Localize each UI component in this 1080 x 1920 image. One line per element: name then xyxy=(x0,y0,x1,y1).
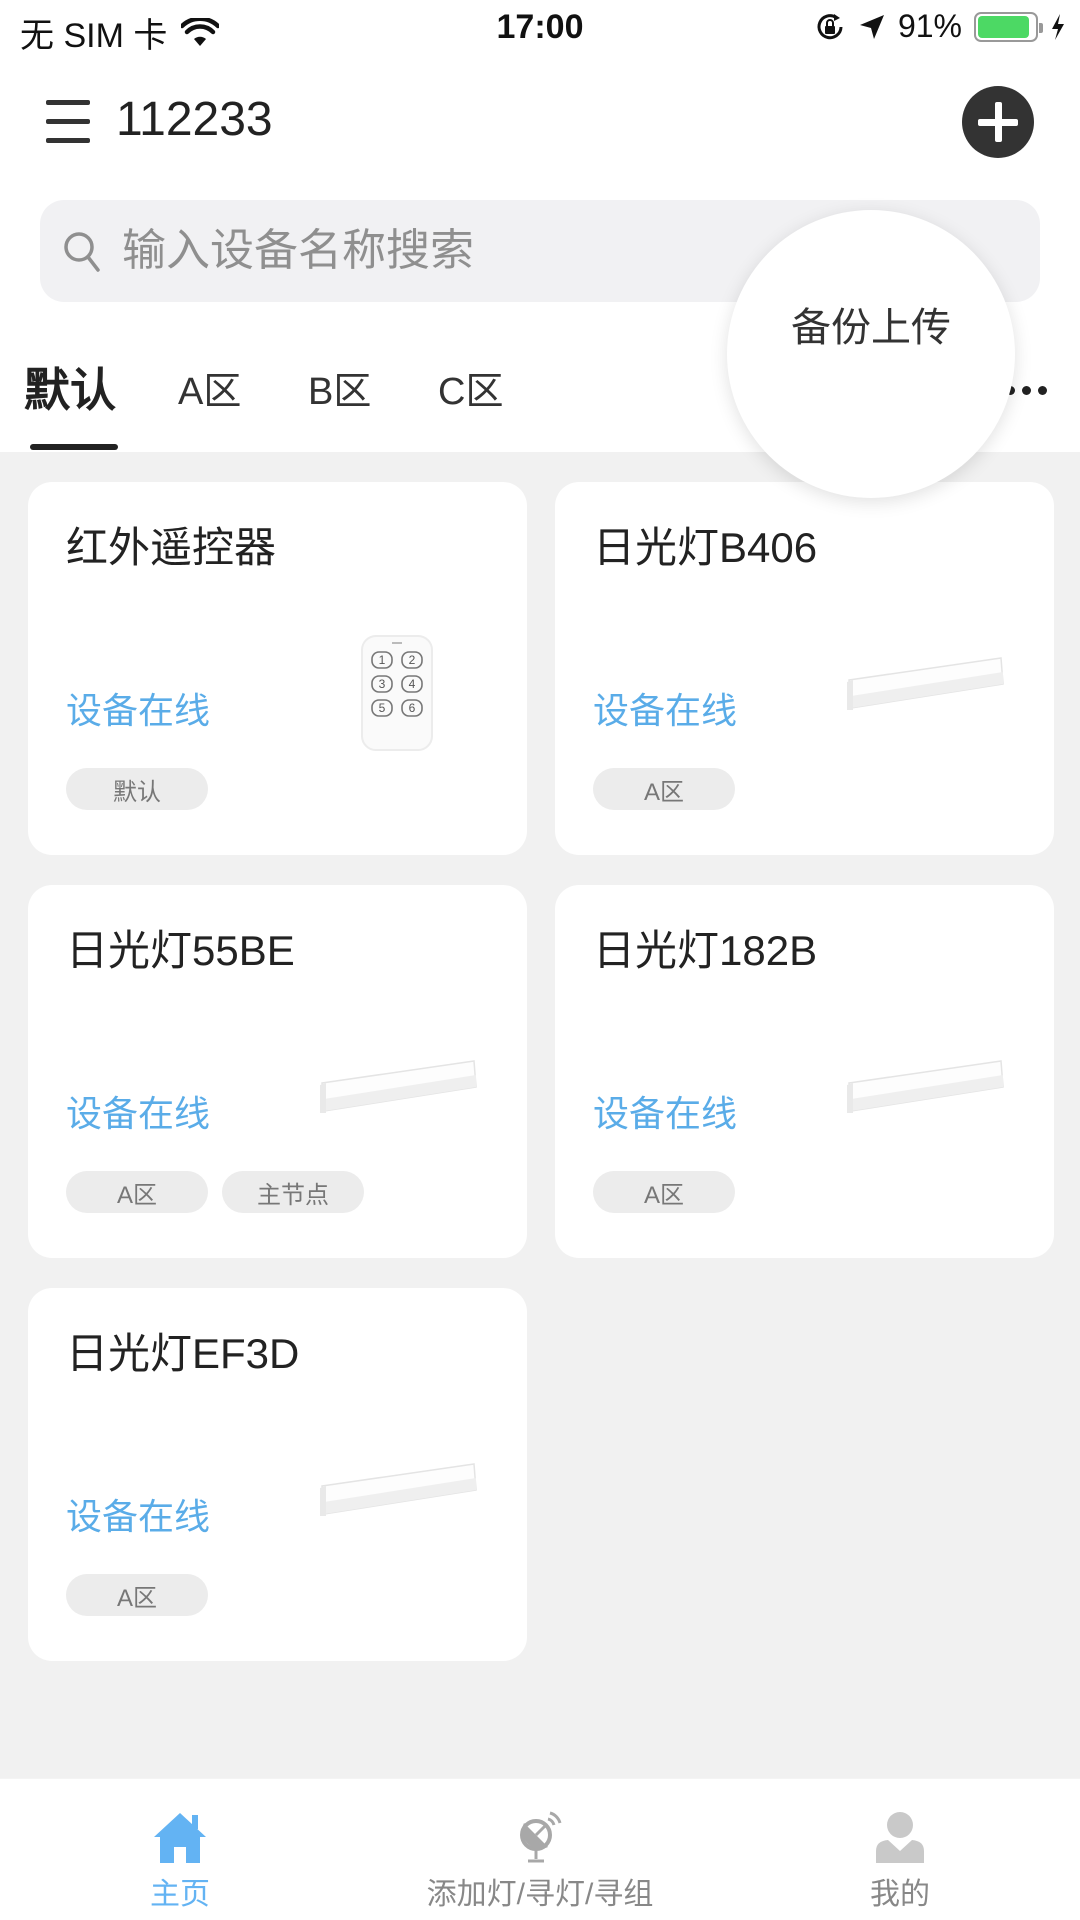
tab-b-zone[interactable]: B区 xyxy=(308,360,371,415)
device-tag: 默认 xyxy=(66,768,208,810)
nav-profile[interactable]: 我的 xyxy=(800,1779,1000,1920)
battery-fill xyxy=(978,15,1029,38)
header: 112233 xyxy=(0,70,1080,170)
satellite-dish-icon xyxy=(520,1811,562,1863)
tab-default[interactable]: 默认 xyxy=(24,354,116,420)
status-bar: 无 SIM 卡 17:00 91% xyxy=(0,0,1080,60)
location-arrow-icon xyxy=(859,14,884,39)
device-card[interactable]: 日光灯55BE 设备在线 A区 主节点 xyxy=(28,885,527,1258)
nav-label: 添加灯/寻灯/寻组 xyxy=(426,1878,654,1911)
orientation-lock-icon xyxy=(817,13,843,39)
active-tab-indicator xyxy=(30,444,118,450)
device-status: 设备在线 xyxy=(593,690,738,731)
device-status: 设备在线 xyxy=(593,1093,738,1134)
remote-key-label: 5 xyxy=(379,701,386,715)
device-tags: 默认 xyxy=(66,768,208,810)
device-status: 设备在线 xyxy=(66,1496,211,1537)
remote-key-label: 3 xyxy=(379,677,386,691)
battery-tip xyxy=(1039,22,1043,33)
remote-key-label: 1 xyxy=(379,653,386,667)
device-tags: A区 xyxy=(66,1574,208,1616)
device-name: 日光灯55BE xyxy=(66,927,295,974)
device-grid: 红外遥控器 设备在线 默认 1 2 3 4 5 6 日光灯B406 设备在线 A… xyxy=(0,452,1080,1778)
tube-light-icon xyxy=(320,1463,477,1516)
device-tags: A区 主节点 xyxy=(66,1171,364,1213)
device-name: 日光灯182B xyxy=(593,927,818,974)
more-icon[interactable] xyxy=(1006,380,1050,400)
charging-bolt-icon xyxy=(1052,13,1064,40)
nav-home[interactable]: 主页 xyxy=(80,1779,280,1920)
tube-light-icon xyxy=(847,1060,1004,1113)
device-card[interactable]: 红外遥控器 设备在线 默认 1 2 3 4 5 6 xyxy=(28,482,527,855)
device-name: 日光灯EF3D xyxy=(66,1330,300,1377)
ir-remote-icon: 1 2 3 4 5 6 xyxy=(361,635,433,751)
device-status: 设备在线 xyxy=(66,1093,211,1134)
battery-icon xyxy=(974,11,1043,42)
nav-label: 我的 xyxy=(870,1878,930,1911)
header-title: 112233 xyxy=(116,93,273,146)
add-button[interactable] xyxy=(962,86,1034,158)
backup-upload-button[interactable]: 备份上传 xyxy=(727,210,1015,498)
device-card[interactable]: 日光灯B406 设备在线 A区 xyxy=(555,482,1054,855)
bottom-nav: 主页 添加灯/寻灯/寻组 我的 xyxy=(0,1778,1080,1920)
device-card[interactable]: 日光灯EF3D 设备在线 A区 xyxy=(28,1288,527,1661)
tube-light-icon xyxy=(847,657,1004,710)
remote-key-label: 2 xyxy=(409,653,416,667)
tab-c-zone[interactable]: C区 xyxy=(438,360,503,415)
device-tag: A区 xyxy=(66,1574,208,1616)
menu-icon[interactable] xyxy=(46,100,90,144)
device-tag: 主节点 xyxy=(222,1171,364,1213)
device-status: 设备在线 xyxy=(66,690,211,731)
device-tags: A区 xyxy=(593,768,735,810)
device-tag: A区 xyxy=(66,1171,208,1213)
nav-label: 主页 xyxy=(150,1878,210,1911)
nav-add-find[interactable]: 添加灯/寻灯/寻组 xyxy=(390,1779,690,1920)
home-icon xyxy=(154,1813,206,1863)
battery-percent: 91% xyxy=(897,8,962,44)
device-tag: A区 xyxy=(593,1171,735,1213)
remote-key-label: 4 xyxy=(409,677,416,691)
search-icon xyxy=(64,232,100,272)
tab-a-zone[interactable]: A区 xyxy=(178,360,241,415)
tube-light-icon xyxy=(320,1060,477,1113)
device-name: 日光灯B406 xyxy=(593,524,818,571)
device-tag: A区 xyxy=(593,768,735,810)
device-tags: A区 xyxy=(593,1171,735,1213)
user-icon xyxy=(876,1812,924,1863)
status-right: 91% xyxy=(814,8,1066,45)
remote-key-label: 6 xyxy=(409,701,416,715)
backup-upload-label: 备份上传 xyxy=(791,306,951,350)
device-name: 红外遥控器 xyxy=(66,524,277,571)
device-card[interactable]: 日光灯182B 设备在线 A区 xyxy=(555,885,1054,1258)
